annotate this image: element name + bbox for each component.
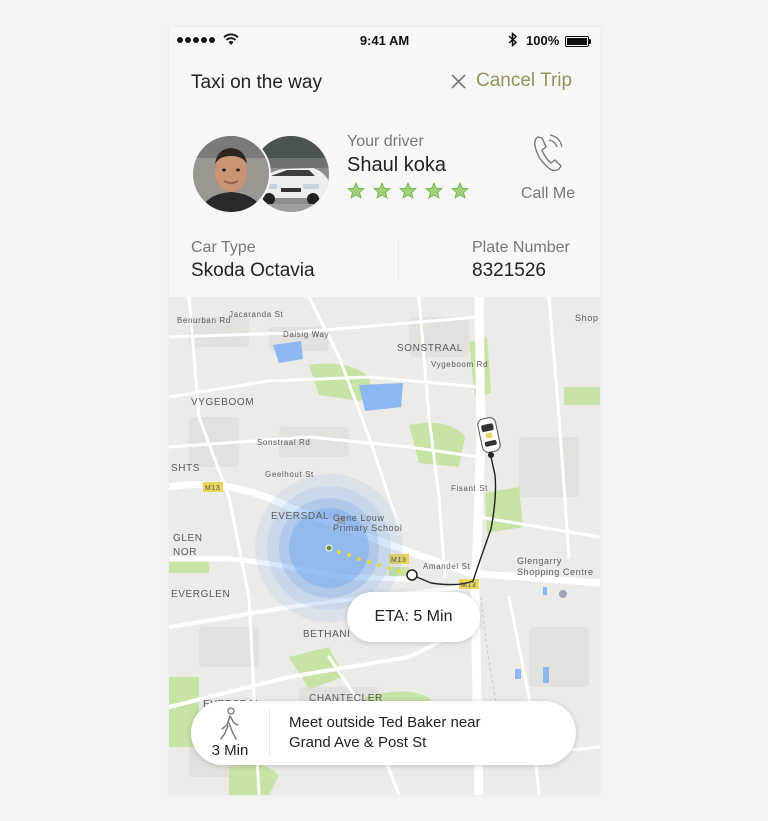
map-label: SHTS	[171, 463, 200, 474]
eta-badge: ETA: 5 Min	[347, 592, 480, 642]
driver-rating	[347, 182, 469, 199]
map-label: VYGEBOOM	[191, 397, 254, 408]
plate-number-label: Plate Number	[472, 239, 570, 256]
map-label: Primary School	[333, 523, 402, 533]
star-icon	[347, 182, 365, 199]
map-label: Vygeboom Rd	[431, 360, 488, 369]
battery-percent: 100%	[526, 33, 560, 48]
star-icon	[425, 182, 443, 199]
call-me-label: Call Me	[520, 185, 576, 202]
map-label: Sonstraal Rd	[257, 438, 310, 447]
map-label: Glengarry	[517, 556, 562, 566]
pickup-instructions[interactable]: 3 Min Meet outside Ted Baker near Grand …	[191, 701, 576, 765]
plate-number-value: 8321526	[472, 260, 546, 281]
map-label: Geelhout St	[265, 470, 314, 479]
phone-screen: 9:41 AM 100% Taxi on the way Cancel Trip	[169, 27, 600, 795]
call-me-button[interactable]: Call Me	[514, 134, 582, 203]
star-icon	[373, 182, 391, 199]
walking-person-icon	[220, 707, 239, 740]
map-label: EVERGLEN	[171, 589, 230, 600]
map-label: Amandel St	[423, 562, 471, 571]
map-label: Daisig Way	[283, 330, 329, 339]
phone-icon	[534, 134, 563, 172]
battery-icon	[565, 36, 591, 47]
map-label: M13	[205, 485, 220, 492]
map-label: Shopping Centre	[517, 567, 594, 577]
star-icon	[451, 182, 469, 199]
pickup-text-line2: Grand Ave & Post St	[289, 734, 427, 751]
pickup-text-line1: Meet outside Ted Baker near	[289, 714, 481, 731]
driver-avatars	[191, 134, 331, 214]
map-label: Benurban Rd	[177, 316, 231, 325]
map-label: NOR	[173, 547, 197, 558]
map-label: M13	[391, 557, 406, 564]
driver-name: Shaul koka	[347, 154, 446, 176]
map-label: M13	[461, 582, 476, 589]
map-label: Gene Louw	[333, 513, 384, 523]
bluetooth-icon	[508, 32, 518, 47]
star-icon	[399, 182, 417, 199]
car-type-label: Car Type	[191, 239, 256, 256]
map-label: SONSTRAAL	[397, 343, 463, 354]
status-bar: 9:41 AM 100%	[169, 27, 600, 55]
car-type-value: Skoda Octavia	[191, 260, 315, 281]
map-label: GLEN	[173, 533, 203, 544]
close-icon	[451, 73, 466, 89]
walk-time: 3 Min	[191, 701, 269, 765]
cancel-trip-button[interactable]: Cancel Trip	[451, 70, 572, 92]
pickup-text: Meet outside Ted Baker near Grand Ave & …	[289, 713, 549, 753]
map-label: EVERSDAL	[271, 511, 329, 522]
map-label: Shop	[575, 313, 598, 323]
info-divider	[398, 240, 399, 282]
map-label: BETHANI	[303, 629, 351, 640]
map-view[interactable]: SONSTRAAL VYGEBOOM EVERSDAL GLEN NOR EVE…	[169, 297, 600, 795]
walk-minutes: 3 Min	[211, 742, 249, 759]
map-label: Fisant St	[451, 484, 488, 493]
page-title: Taxi on the way	[191, 72, 322, 93]
pickup-divider	[269, 710, 270, 756]
map-label: Jacaranda St	[229, 310, 284, 319]
cancel-trip-label: Cancel Trip	[476, 70, 573, 91]
driver-photo	[191, 134, 271, 214]
your-driver-label: Your driver	[347, 133, 424, 150]
